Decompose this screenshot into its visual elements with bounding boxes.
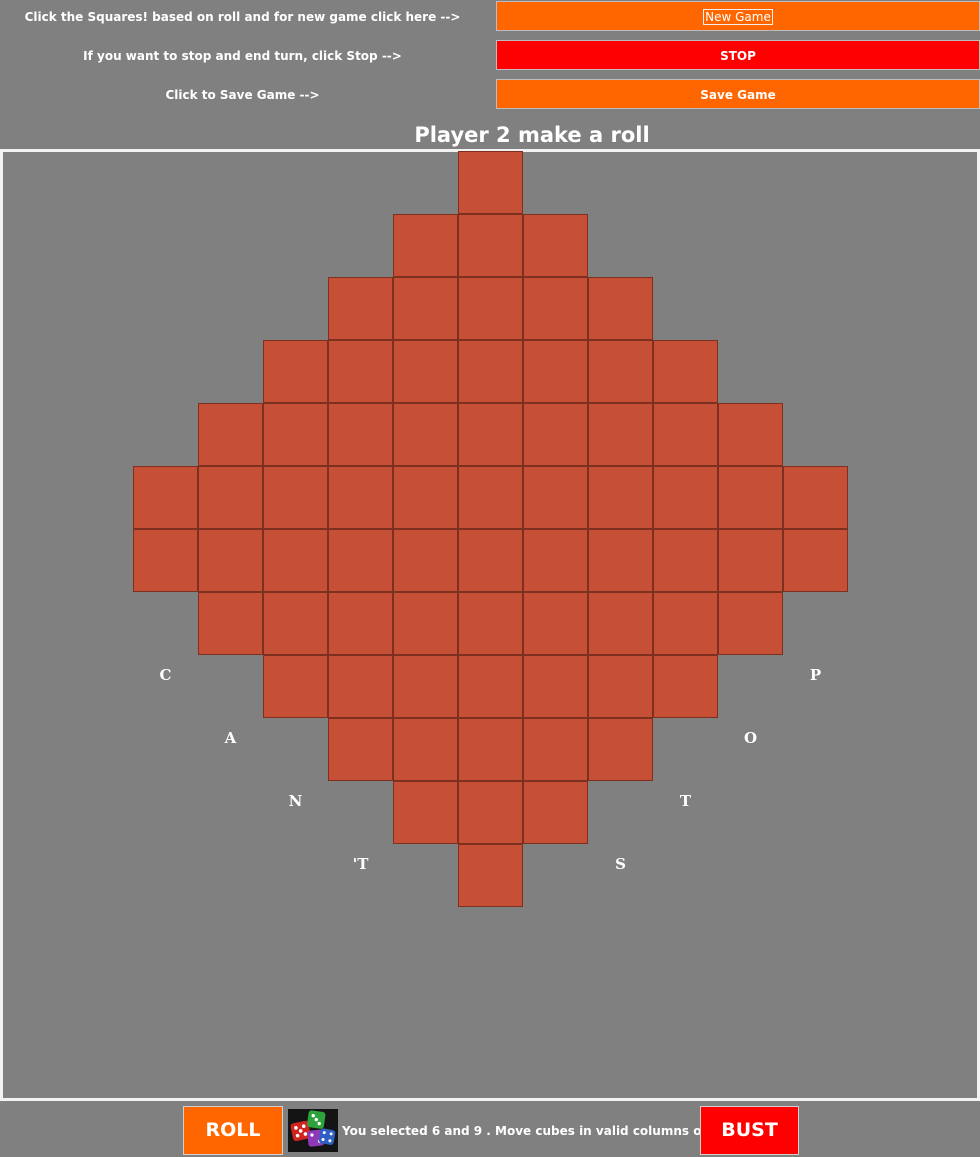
board-cell-col-7-row-3[interactable]	[458, 277, 523, 340]
stop-button[interactable]: STOP	[496, 40, 980, 70]
board-cell-col-8-row-2[interactable]	[523, 277, 588, 340]
board-cell-col-3-row-2[interactable]	[198, 466, 263, 529]
selection-message: You selected 6 and 9 . Move cubes in val…	[342, 1124, 708, 1138]
bottom-letter-s: S	[615, 855, 626, 873]
board-cell-col-6-row-10[interactable]	[393, 781, 458, 844]
board-cell-col-9-row-3[interactable]	[588, 403, 653, 466]
board-cell-col-10-row-2[interactable]	[653, 403, 718, 466]
game-board: 2 3 4 5 6 7 8 9 10 11 12 C A N 'T S T O …	[0, 149, 980, 1101]
new-game-button[interactable]: New Game	[496, 1, 980, 31]
board-cell-col-10-row-3[interactable]	[653, 466, 718, 529]
board-cell-col-4-row-2[interactable]	[263, 403, 328, 466]
board-cell-col-5-row-4[interactable]	[328, 466, 393, 529]
board-cell-col-11-row-1[interactable]	[718, 403, 783, 466]
board-cell-col-7-row-1[interactable]	[458, 151, 523, 214]
board-cell-col-3-row-4[interactable]	[198, 592, 263, 655]
bottom-letter-c: C	[159, 666, 172, 684]
board-cell-col-7-row-9[interactable]	[458, 655, 523, 718]
bottom-letter-apostrophe-t: 'T	[352, 855, 369, 873]
instruction-stop: If you want to stop and end turn, click …	[83, 49, 402, 63]
board-cell-col-5-row-2[interactable]	[328, 340, 393, 403]
board-cell-col-9-row-7[interactable]	[588, 655, 653, 718]
board-cell-col-10-row-4[interactable]	[653, 529, 718, 592]
board-cell-col-11-row-4[interactable]	[718, 592, 783, 655]
board-cell-col-12-row-1[interactable]	[783, 466, 848, 529]
board-cell-col-6-row-5[interactable]	[393, 466, 458, 529]
board-cell-col-7-row-8[interactable]	[458, 592, 523, 655]
board-cell-col-8-row-6[interactable]	[523, 529, 588, 592]
board-cell-col-9-row-4[interactable]	[588, 466, 653, 529]
board-cell-col-4-row-4[interactable]	[263, 529, 328, 592]
board-cell-col-5-row-6[interactable]	[328, 592, 393, 655]
header-row-new-game: Click the Squares! based on roll and for…	[0, 1, 980, 33]
board-cell-col-9-row-5[interactable]	[588, 529, 653, 592]
board-cell-col-8-row-9[interactable]	[523, 718, 588, 781]
board-cell-col-7-row-6[interactable]	[458, 466, 523, 529]
board-cell-col-7-row-5[interactable]	[458, 403, 523, 466]
instruction-save: Click to Save Game -->	[165, 88, 320, 102]
board-cell-col-4-row-6[interactable]	[263, 655, 328, 718]
board-cell-col-4-row-5[interactable]	[263, 592, 328, 655]
board-cell-col-6-row-4[interactable]	[393, 403, 458, 466]
board-cell-col-2-row-1[interactable]	[133, 466, 198, 529]
new-game-label: New Game	[703, 9, 773, 25]
bottom-letter-t: T	[679, 792, 692, 810]
board-cell-col-9-row-1[interactable]	[588, 277, 653, 340]
dice-icon	[288, 1109, 338, 1152]
board-cell-col-5-row-3[interactable]	[328, 403, 393, 466]
board-cell-col-8-row-1[interactable]	[523, 214, 588, 277]
instruction-new-game: Click the Squares! based on roll and for…	[24, 10, 461, 24]
board-cell-col-11-row-3[interactable]	[718, 529, 783, 592]
board-cell-col-4-row-3[interactable]	[263, 466, 328, 529]
board-cell-col-12-row-2[interactable]	[783, 529, 848, 592]
board-cell-col-6-row-9[interactable]	[393, 718, 458, 781]
board-cell-col-9-row-6[interactable]	[588, 592, 653, 655]
save-game-button[interactable]: Save Game	[496, 79, 980, 109]
board-cell-col-4-row-1[interactable]	[263, 340, 328, 403]
board-cell-col-6-row-1[interactable]	[393, 214, 458, 277]
header-row-stop: If you want to stop and end turn, click …	[0, 40, 980, 72]
bottom-letter-a: A	[224, 729, 237, 747]
board-cell-col-5-row-7[interactable]	[328, 655, 393, 718]
bust-button[interactable]: BUST	[700, 1106, 799, 1155]
board-cell-col-6-row-7[interactable]	[393, 592, 458, 655]
header-row-save: Click to Save Game --> Save Game	[0, 79, 980, 111]
board-cell-col-8-row-3[interactable]	[523, 340, 588, 403]
board-cell-col-5-row-8[interactable]	[328, 718, 393, 781]
board-cell-col-10-row-5[interactable]	[653, 592, 718, 655]
board-cell-col-7-row-11[interactable]	[458, 781, 523, 844]
roll-button[interactable]: ROLL	[183, 1106, 283, 1155]
board-cell-col-7-row-10[interactable]	[458, 718, 523, 781]
bottom-letter-o: O	[743, 729, 758, 747]
board-cell-col-2-row-2[interactable]	[133, 529, 198, 592]
board-cell-col-8-row-7[interactable]	[523, 592, 588, 655]
board-cell-col-5-row-1[interactable]	[328, 277, 393, 340]
bottom-letter-p: P	[809, 666, 822, 684]
board-cell-col-5-row-5[interactable]	[328, 529, 393, 592]
board-cell-col-7-row-4[interactable]	[458, 340, 523, 403]
board-cell-col-8-row-5[interactable]	[523, 466, 588, 529]
board-cell-col-6-row-6[interactable]	[393, 529, 458, 592]
board-cell-col-7-row-12[interactable]	[458, 844, 523, 907]
board-cell-col-6-row-8[interactable]	[393, 655, 458, 718]
board-cell-col-6-row-2[interactable]	[393, 277, 458, 340]
board-cell-col-8-row-4[interactable]	[523, 403, 588, 466]
board-cell-col-10-row-1[interactable]	[653, 340, 718, 403]
board-cell-col-7-row-7[interactable]	[458, 529, 523, 592]
board-cell-col-6-row-3[interactable]	[393, 340, 458, 403]
board-cell-col-3-row-1[interactable]	[198, 403, 263, 466]
board-cell-col-9-row-8[interactable]	[588, 718, 653, 781]
board-cell-col-11-row-2[interactable]	[718, 466, 783, 529]
bottom-bar: ROLL You selected 6 and 9 . Move cubes i…	[0, 1101, 980, 1157]
board-cell-col-9-row-2[interactable]	[588, 340, 653, 403]
board-cell-col-10-row-6[interactable]	[653, 655, 718, 718]
board-cell-col-3-row-3[interactable]	[198, 529, 263, 592]
bottom-letter-n: N	[288, 792, 303, 810]
board-cell-col-8-row-8[interactable]	[523, 655, 588, 718]
board-cell-col-7-row-2[interactable]	[458, 214, 523, 277]
board-cell-col-8-row-10[interactable]	[523, 781, 588, 844]
